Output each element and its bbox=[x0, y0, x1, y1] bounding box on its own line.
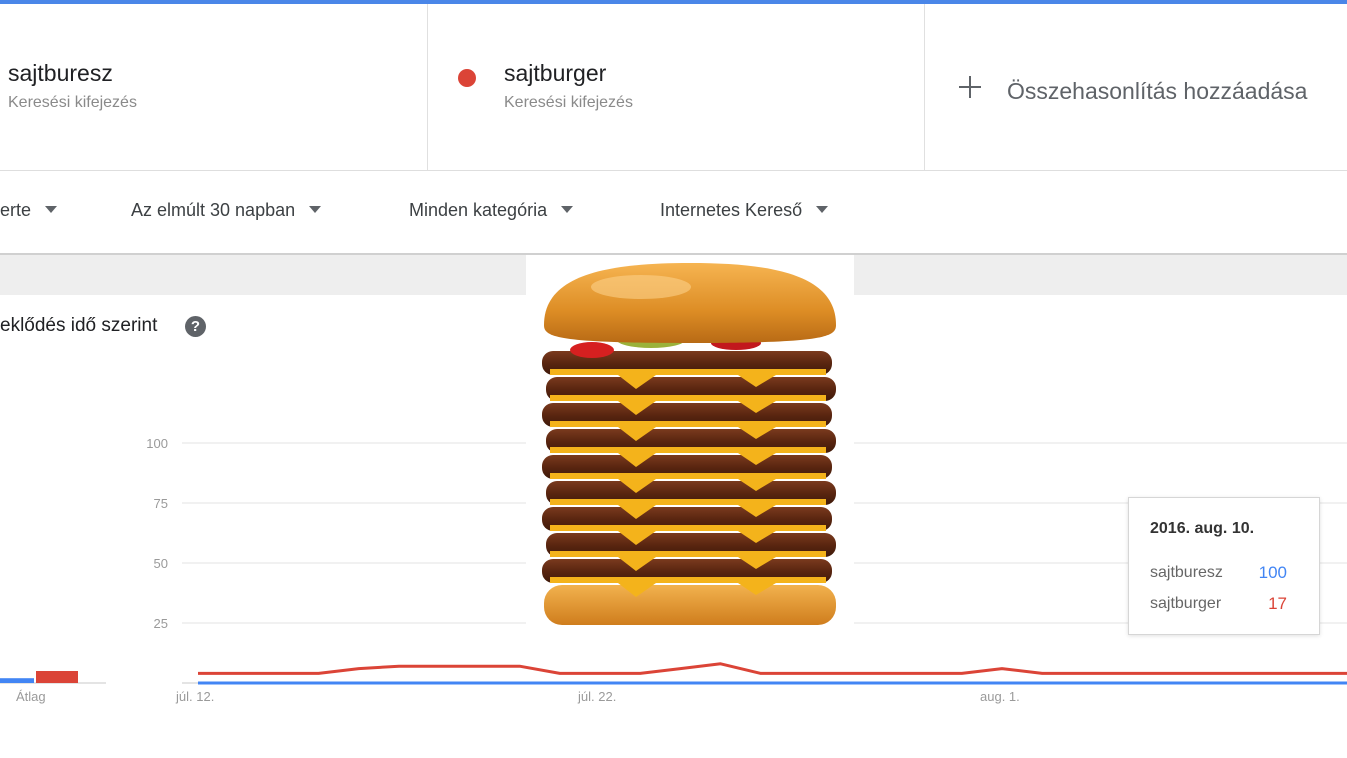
x-tick-label: júl. 22. bbox=[577, 689, 616, 704]
y-tick-label: 25 bbox=[154, 616, 168, 631]
average-label: Átlag bbox=[16, 689, 46, 704]
tooltip-series-name: sajtburger bbox=[1150, 595, 1222, 612]
x-tick-label: júl. 12. bbox=[175, 689, 214, 704]
cheeseburger-image bbox=[526, 255, 854, 633]
tooltip-series-value: 100 bbox=[1258, 563, 1287, 582]
series-line-sajtburger bbox=[198, 662, 1347, 675]
y-tick-label: 50 bbox=[154, 556, 168, 571]
tooltip-date: 2016. aug. 10. bbox=[1150, 520, 1255, 537]
tooltip-series-name: sajtburesz bbox=[1150, 564, 1223, 581]
average-bar-sajtburger bbox=[36, 671, 78, 683]
chart-tooltip: 2016. aug. 10. sajtburesz 100 sajtburger… bbox=[1128, 497, 1320, 635]
x-tick-label: aug. 1. bbox=[980, 689, 1020, 704]
y-tick-label: 100 bbox=[146, 436, 168, 451]
tooltip-series-value: 17 bbox=[1268, 594, 1287, 613]
average-bar-sajtburesz bbox=[0, 678, 34, 683]
y-tick-label: 75 bbox=[154, 496, 168, 511]
